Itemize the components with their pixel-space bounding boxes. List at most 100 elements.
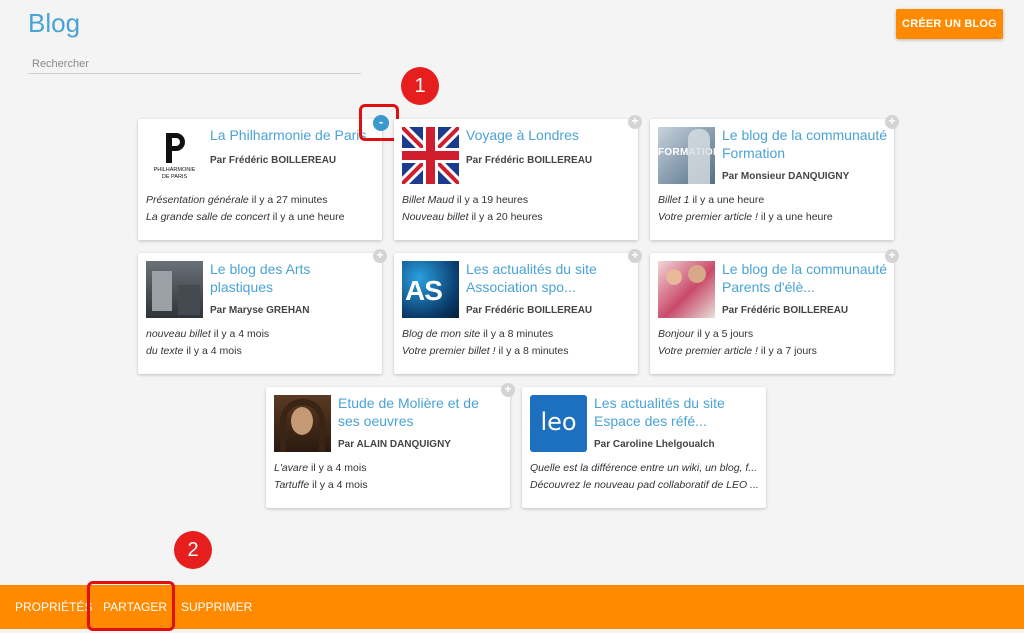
- association-sportive-thumbnail-text: AS: [405, 275, 443, 306]
- post-item[interactable]: Bonjour il y a 5 jours: [658, 328, 888, 340]
- card-title[interactable]: Les actualités du site Association spo..…: [466, 260, 632, 296]
- philharmonie-logo-text-2: DE PARIS: [161, 174, 188, 180]
- blog-card-philharmonie[interactable]: PHILHARMONIE DE PARIS La Philharmonie de…: [138, 119, 382, 240]
- leo-logo-text: leo: [540, 408, 577, 436]
- select-plus-icon[interactable]: +: [373, 249, 387, 263]
- post-title: Votre premier article !: [658, 211, 758, 223]
- post-title: du texte: [146, 345, 184, 357]
- card-author: Par Frédéric BOILLEREAU: [466, 305, 593, 316]
- create-blog-button[interactable]: CRÉER UN BLOG: [896, 9, 1003, 39]
- post-time: il y a 20 heures: [471, 211, 543, 223]
- post-item[interactable]: du texte il y a 4 mois: [146, 345, 376, 357]
- blog-card-moliere[interactable]: Etude de Molière et de ses oeuvres Par A…: [266, 383, 515, 508]
- card-author: Par Maryse GREHAN: [210, 305, 310, 316]
- blog-card-formation[interactable]: FORMATION Le blog de la communauté Forma…: [650, 115, 899, 240]
- parents-thumbnail: [658, 261, 715, 318]
- parents-thumbnail-detail: [666, 269, 682, 285]
- card-author: Par Frédéric BOILLEREAU: [722, 305, 849, 316]
- post-time: il y a 8 minutes: [483, 328, 554, 340]
- post-title: La grande salle de concert: [146, 211, 270, 223]
- post-time: il y a 4 mois: [186, 345, 242, 357]
- share-highlight-box: [87, 581, 175, 631]
- select-plus-icon[interactable]: +: [628, 249, 642, 263]
- post-item[interactable]: Blog de mon site il y a 8 minutes: [402, 328, 632, 340]
- blog-card-arts-plastiques[interactable]: Le blog des Arts plastiques Par Maryse G…: [138, 249, 387, 374]
- delete-button[interactable]: SUPPRIMER: [181, 585, 252, 629]
- leo-logo-thumbnail: leo: [530, 395, 587, 452]
- card-title[interactable]: Le blog de la communauté Formation: [722, 126, 888, 162]
- post-title: Bonjour: [658, 328, 695, 340]
- post-item[interactable]: La grande salle de concert il y a une he…: [146, 211, 376, 223]
- card-author: Par Caroline Lhelgoualch: [594, 439, 715, 450]
- blog-card-voyage-londres[interactable]: Voyage à Londres Par Frédéric BOILLEREAU…: [394, 115, 642, 240]
- blog-card-association-sportive[interactable]: AS Les actualités du site Association sp…: [394, 249, 642, 374]
- card-title[interactable]: La Philharmonie de Paris: [210, 126, 376, 144]
- card-author: Par Frédéric BOILLEREAU: [210, 155, 337, 166]
- post-time: il y a une heure: [760, 211, 833, 223]
- post-title: Quelle est la différence entre un wiki, …: [530, 462, 758, 474]
- philharmonie-logo-text-1: PHILHARMONIE: [153, 167, 196, 173]
- philharmonie-logo-thumbnail: PHILHARMONIE DE PARIS: [146, 127, 203, 184]
- post-title: Blog de mon site: [402, 328, 481, 340]
- arts-thumbnail-detail: [178, 285, 200, 315]
- post-time: il y a 19 heures: [456, 194, 529, 206]
- post-item[interactable]: Tartuffe il y a 4 mois: [274, 479, 504, 491]
- post-time: il y a 8 minutes: [498, 345, 569, 357]
- moliere-portrait-thumbnail: [274, 395, 331, 452]
- card-author: Par ALAIN DANQUIGNY: [338, 439, 451, 450]
- post-time: il y a une heure: [692, 194, 765, 206]
- arts-thumbnail-detail: [152, 271, 172, 311]
- post-item[interactable]: Votre premier billet ! il y a 8 minutes: [402, 345, 632, 357]
- post-time: il y a une heure: [272, 211, 345, 223]
- association-sportive-thumbnail: AS: [402, 261, 459, 318]
- post-item[interactable]: Votre premier article ! il y a 7 jours: [658, 345, 888, 357]
- post-title: Nouveau billet: [402, 211, 469, 223]
- post-time: il y a 4 mois: [312, 479, 368, 491]
- callout-2: 2: [174, 531, 212, 569]
- card-title[interactable]: Le blog des Arts plastiques: [210, 260, 376, 296]
- post-title: L'avare: [274, 462, 309, 474]
- selected-highlight-box: -: [359, 104, 399, 141]
- post-title: Votre premier billet !: [402, 345, 496, 357]
- post-item[interactable]: Quelle est la différence entre un wiki, …: [530, 462, 760, 474]
- post-time: il y a 4 mois: [311, 462, 367, 474]
- page-title: Blog: [28, 8, 81, 38]
- post-item[interactable]: Présentation générale il y a 27 minutes: [146, 194, 376, 206]
- post-title: Tartuffe: [274, 479, 310, 491]
- post-item[interactable]: Découvrez le nouveau pad collaboratif de…: [530, 479, 760, 491]
- blog-card-parents-eleves[interactable]: Le blog de la communauté Parents d'élè..…: [650, 249, 899, 374]
- post-title: Billet 1: [658, 194, 690, 206]
- formation-thumbnail: FORMATION: [658, 127, 715, 184]
- select-plus-icon[interactable]: +: [885, 115, 899, 129]
- post-item[interactable]: Votre premier article ! il y a une heure: [658, 211, 888, 223]
- post-title: Découvrez le nouveau pad collaboratif de…: [530, 479, 759, 491]
- deselect-minus-icon[interactable]: -: [373, 115, 389, 131]
- card-author: Par Monsieur DANQUIGNY: [722, 171, 850, 182]
- union-jack-thumbnail: [402, 127, 459, 184]
- post-item[interactable]: L'avare il y a 4 mois: [274, 462, 504, 474]
- properties-button[interactable]: PROPRIÉTÉS: [15, 585, 92, 629]
- post-item[interactable]: Nouveau billet il y a 20 heures: [402, 211, 632, 223]
- post-time: il y a 27 minutes: [251, 194, 328, 206]
- card-title[interactable]: Les actualités du site Espace des réfé..…: [594, 394, 760, 430]
- callout-1: 1: [401, 67, 439, 105]
- post-title: nouveau billet: [146, 328, 211, 340]
- post-time: il y a 4 mois: [213, 328, 270, 340]
- post-title: Présentation générale: [146, 194, 249, 206]
- post-time: il y a 5 jours: [697, 328, 754, 340]
- post-item[interactable]: Billet 1 il y a une heure: [658, 194, 888, 206]
- post-title: Billet Maud: [402, 194, 454, 206]
- select-plus-icon[interactable]: +: [885, 249, 899, 263]
- search-input[interactable]: [28, 55, 361, 74]
- parents-thumbnail-detail: [688, 265, 706, 283]
- post-item[interactable]: Billet Maud il y a 19 heures: [402, 194, 632, 206]
- card-author: Par Frédéric BOILLEREAU: [466, 155, 593, 166]
- card-title[interactable]: Le blog de la communauté Parents d'élè..…: [722, 260, 888, 296]
- blog-card-espace-references[interactable]: leo Les actualités du site Espace des ré…: [522, 387, 766, 508]
- select-plus-icon[interactable]: +: [501, 383, 515, 397]
- card-title[interactable]: Voyage à Londres: [466, 126, 632, 144]
- card-title[interactable]: Etude de Molière et de ses oeuvres: [338, 394, 504, 430]
- select-plus-icon[interactable]: +: [628, 115, 642, 129]
- moliere-portrait-detail: [280, 399, 325, 452]
- post-item[interactable]: nouveau billet il y a 4 mois: [146, 328, 376, 340]
